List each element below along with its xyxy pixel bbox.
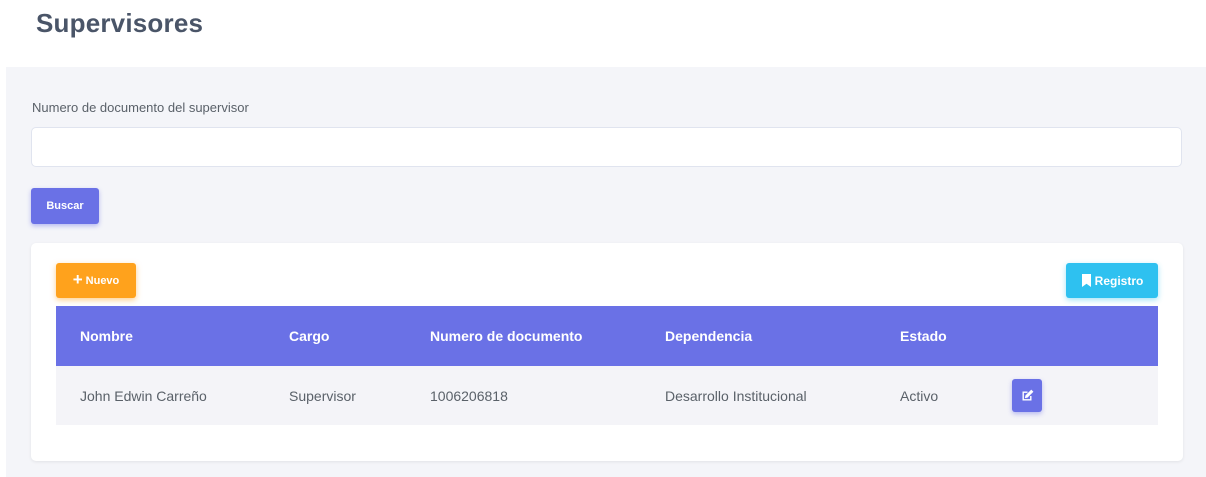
cell-cargo: Supervisor xyxy=(289,387,356,404)
cell-dependencia: Desarrollo Institucional xyxy=(665,387,807,404)
document-number-label: Numero de documento del supervisor xyxy=(32,100,249,115)
column-header-cargo: Cargo xyxy=(289,328,330,344)
table-row: John Edwin Carreño Supervisor 1006206818… xyxy=(56,366,1158,425)
cell-actions xyxy=(988,366,1158,425)
cell-documento: 1006206818 xyxy=(430,387,508,404)
edit-button[interactable] xyxy=(1012,379,1042,412)
registro-button-label: Registro xyxy=(1094,273,1144,288)
main-content: Numero de documento del supervisor Busca… xyxy=(6,67,1206,477)
column-header-nombre: Nombre xyxy=(80,328,133,344)
new-button-label: Nuevo xyxy=(85,274,120,287)
column-header-actions xyxy=(988,306,1158,366)
supervisors-table: Nombre Cargo Numero de documento Depende… xyxy=(56,306,1158,425)
new-button[interactable]: + Nuevo xyxy=(56,263,136,298)
registro-button[interactable]: Registro xyxy=(1066,263,1158,298)
column-header-estado: Estado xyxy=(900,328,947,344)
page-title: Supervisores xyxy=(36,8,204,38)
table-header-row: Nombre Cargo Numero de documento Depende… xyxy=(56,306,1158,366)
column-header-dependencia: Dependencia xyxy=(665,328,753,344)
page-header: Supervisores xyxy=(0,0,1206,67)
document-number-input[interactable] xyxy=(31,127,1182,167)
bookmark-icon xyxy=(1081,274,1091,287)
search-button[interactable]: Buscar xyxy=(31,188,99,224)
supervisors-card: + Nuevo Registro Nombre Cargo Numero de … xyxy=(31,243,1183,461)
cell-estado: Activo xyxy=(900,387,939,404)
cell-nombre: John Edwin Carreño xyxy=(80,387,207,404)
edit-icon xyxy=(1022,389,1033,401)
column-header-documento: Numero de documento xyxy=(430,328,583,344)
plus-icon: + xyxy=(72,270,83,289)
